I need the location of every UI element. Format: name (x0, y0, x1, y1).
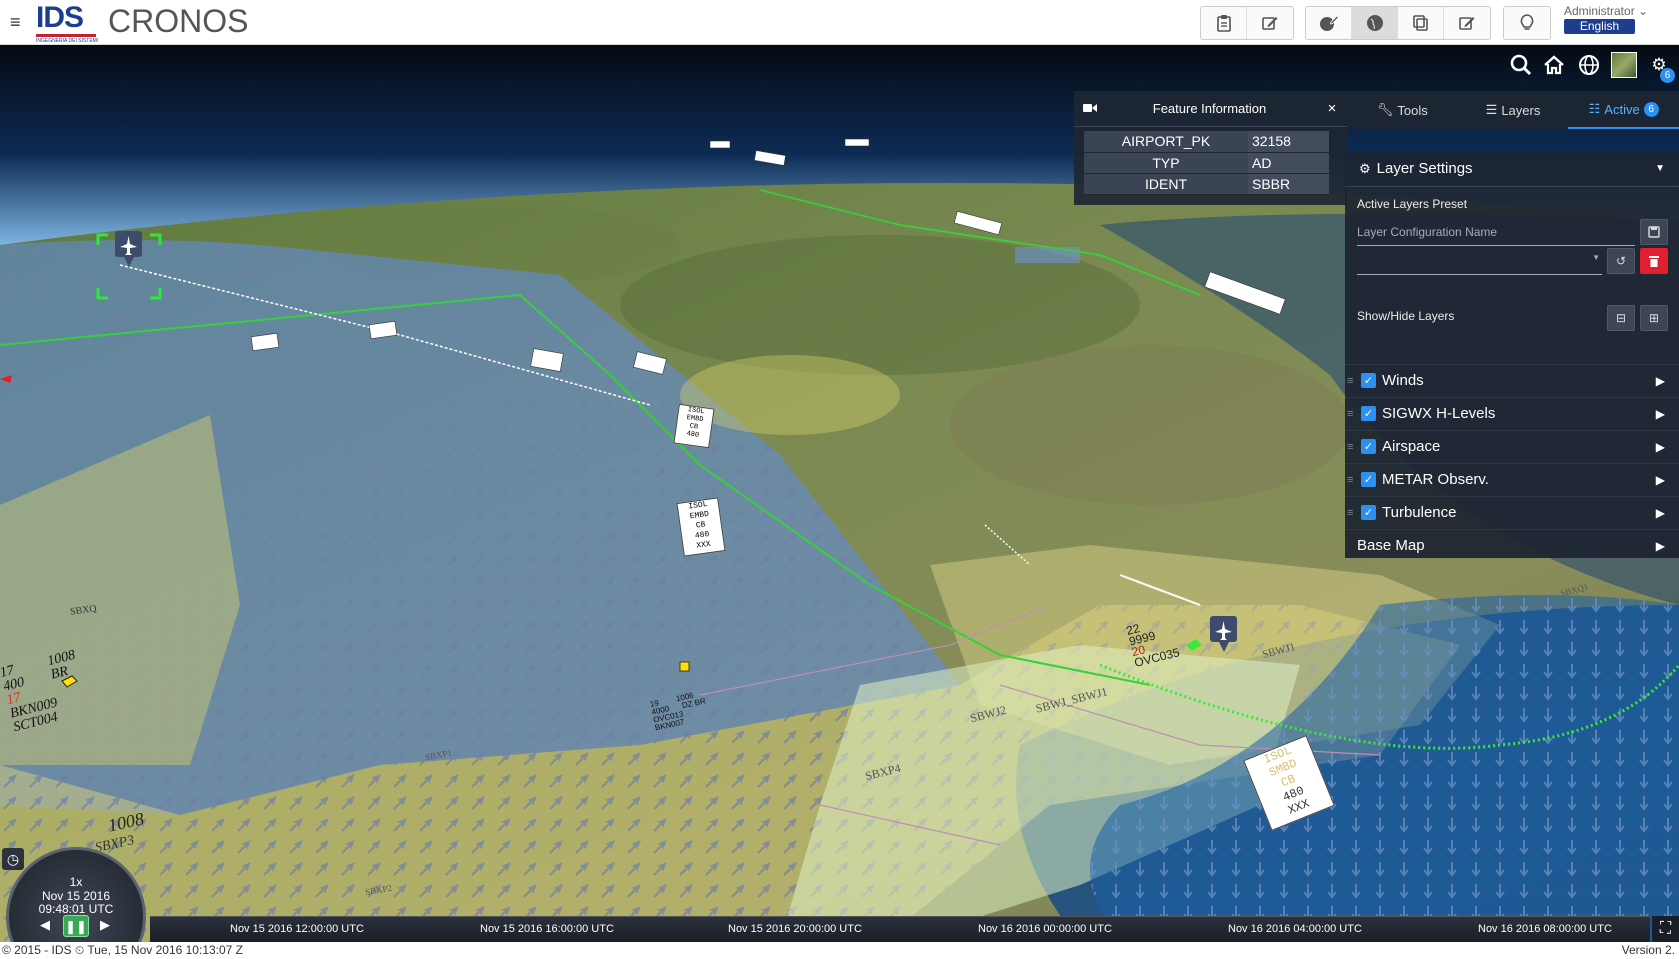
globe-edit-icon[interactable] (1306, 7, 1352, 39)
timeline-label: Nov 15 2016 20:00:00 UTC (728, 923, 862, 935)
footer-copyright: © 2015 - IDS ⏲ Tue, 15 Nov 2016 10:13:07… (2, 943, 244, 957)
feature-info-title: Feature Information (1152, 101, 1267, 116)
timeline-label: Nov 15 2016 16:00:00 UTC (480, 923, 614, 935)
tab-active[interactable]: ☷ Active 6 (1568, 91, 1679, 129)
edit-icon[interactable] (1444, 7, 1490, 39)
clock-date: Nov 15 2016 (41, 889, 111, 903)
chevron-down-icon: ⌄ (1638, 4, 1649, 18)
active-count-badge: 6 (1660, 68, 1675, 83)
feature-attributes-table: AIRPORT_PK 32158 TYP AD IDENT SBBR (1084, 131, 1329, 195)
drag-handle-icon[interactable]: ≡ (1347, 408, 1357, 420)
toolbar-group-2 (1305, 6, 1491, 40)
close-icon[interactable]: × (1317, 100, 1347, 117)
chevron-right-icon: ▶ (1655, 472, 1665, 487)
caret-down-icon: ▼ (1655, 163, 1665, 174)
fullscreen-icon[interactable]: ⛶ (1652, 916, 1679, 942)
chevron-right-icon: ▶ (1655, 505, 1665, 520)
drag-handle-icon[interactable]: ≡ (1347, 474, 1357, 486)
sliders-icon: ☷ (1588, 101, 1601, 116)
user-menu[interactable]: Administrator ⌄ (1564, 4, 1648, 18)
table-row: AIRPORT_PK 32158 (1084, 131, 1329, 153)
clipboard-icon[interactable] (1201, 7, 1247, 39)
layer-config-name-input[interactable]: Layer Configuration Name (1357, 225, 1635, 246)
globe-icon[interactable] (1352, 7, 1398, 39)
active-layers-preset-label: Active Layers Preset (1357, 197, 1468, 211)
gear-icon: ⚙ (1359, 160, 1371, 176)
layer-item-base-map[interactable]: Base Map ▶ (1345, 529, 1679, 561)
copy-icon[interactable] (1398, 7, 1444, 39)
lightbulb-icon[interactable] (1504, 7, 1550, 39)
preset-select[interactable]: ▼ (1357, 253, 1602, 275)
drag-handle-icon[interactable]: ≡ (1347, 441, 1357, 453)
active-layers-badge: 6 (1643, 101, 1659, 117)
layer-checkbox[interactable]: ✓ (1361, 439, 1376, 454)
reset-icon[interactable]: ↺ (1607, 248, 1635, 274)
caret-down-icon: ▼ (1592, 253, 1600, 262)
play-forward-icon[interactable]: ▶ (100, 917, 110, 933)
layer-item-winds[interactable]: ≡ ✓ Winds ▶ (1345, 364, 1679, 396)
play-reverse-icon[interactable]: ◀ (40, 917, 50, 933)
layer-item-metar-observ[interactable]: ≡ ✓ METAR Observ. ▶ (1345, 463, 1679, 495)
table-row: TYP AD (1084, 152, 1329, 174)
ids-logo: IDS INGEGNERIA DEI SISTEMI (36, 1, 99, 44)
timeline-label: Nov 16 2016 00:00:00 UTC (978, 923, 1112, 935)
expand-all-icon[interactable]: ⊞ (1640, 305, 1668, 331)
top-bar: ≡ IDS INGEGNERIA DEI SISTEMI CRONOS Admi… (0, 0, 1679, 45)
sigwx-label[interactable]: ISOL EMBD CB 480 XXX (676, 497, 726, 557)
playback-speed[interactable]: 1x (2, 875, 150, 889)
layer-item-turbulence[interactable]: ≡ ✓ Turbulence ▶ (1345, 496, 1679, 528)
timeline[interactable]: Nov 15 2016 12:00:00 UTC Nov 15 2016 16:… (150, 916, 1650, 942)
home-icon[interactable] (1539, 50, 1569, 80)
footer: © 2015 - IDS ⏲ Tue, 15 Nov 2016 10:13:07… (0, 942, 1679, 959)
table-row: IDENT SBBR (1084, 173, 1329, 195)
sigwx-label[interactable]: ISOL EMBD CB 480 (673, 403, 715, 449)
app-title: CRONOS (108, 3, 249, 39)
drag-handle-icon[interactable]: ≡ (1347, 375, 1357, 387)
chevron-right-icon: ▶ (1655, 439, 1665, 454)
wrench-icon: 🔧︎ (1376, 102, 1394, 117)
show-hide-layers-label: Show/Hide Layers (1357, 309, 1455, 323)
timeline-label: Nov 16 2016 08:00:00 UTC (1478, 923, 1612, 935)
layer-checkbox[interactable]: ✓ (1361, 505, 1376, 520)
timeline-label: Nov 16 2016 04:00:00 UTC (1228, 923, 1362, 935)
layer-checkbox[interactable]: ✓ (1361, 373, 1376, 388)
hamburger-menu-icon[interactable]: ≡ (10, 12, 21, 33)
clock-time: 09:48:01 UTC (38, 902, 114, 916)
drag-handle-icon[interactable]: ≡ (1347, 507, 1357, 519)
tab-layers[interactable]: ☰ Layers (1458, 91, 1569, 129)
layer-settings-header[interactable]: ⚙ Layer Settings ▼ (1345, 151, 1679, 187)
tab-tools[interactable]: 🔧︎ Tools (1347, 91, 1458, 129)
side-panel-tabs: 🔧︎ Tools ☰ Layers ☷ Active 6 (1347, 91, 1679, 129)
language-selector[interactable]: English (1564, 19, 1635, 34)
timeline-label: Nov 15 2016 12:00:00 UTC (230, 923, 364, 935)
layer-item-sigwx-h-levels[interactable]: ≡ ✓ SIGWX H-Levels ▶ (1345, 397, 1679, 429)
delete-icon[interactable] (1640, 248, 1668, 274)
chevron-right-icon: ▶ (1655, 538, 1665, 553)
gear-icon[interactable]: ⚙ 6 (1644, 50, 1675, 83)
footer-version: Version 2. (1621, 943, 1675, 957)
feature-info-panel: Feature Information × AIRPORT_PK 32158 TY… (1074, 91, 1347, 205)
camera-icon[interactable] (1078, 102, 1102, 116)
globe-icon[interactable] (1574, 50, 1604, 80)
layer-settings-panel: ⚙ Layer Settings ▼ Active Layers Preset … (1345, 151, 1679, 558)
edit-icon[interactable] (1247, 7, 1293, 39)
toolbar-group-1 (1200, 6, 1294, 40)
search-icon[interactable] (1506, 50, 1536, 80)
save-icon[interactable] (1640, 219, 1668, 245)
chevron-right-icon: ▶ (1655, 373, 1665, 388)
chevron-right-icon: ▶ (1655, 406, 1665, 421)
layer-item-airspace[interactable]: ≡ ✓ Airspace ▶ (1345, 430, 1679, 462)
clock-icon[interactable]: ◷ (2, 848, 24, 870)
pause-button[interactable]: ❚❚ (63, 915, 89, 937)
layer-checkbox[interactable]: ✓ (1361, 472, 1376, 487)
list-icon: ☰ (1485, 102, 1498, 117)
layer-checkbox[interactable]: ✓ (1361, 406, 1376, 421)
basemap-thumbnail[interactable] (1609, 50, 1639, 80)
toolbar-group-3 (1503, 6, 1551, 40)
collapse-all-icon[interactable]: ⊟ (1607, 305, 1635, 331)
